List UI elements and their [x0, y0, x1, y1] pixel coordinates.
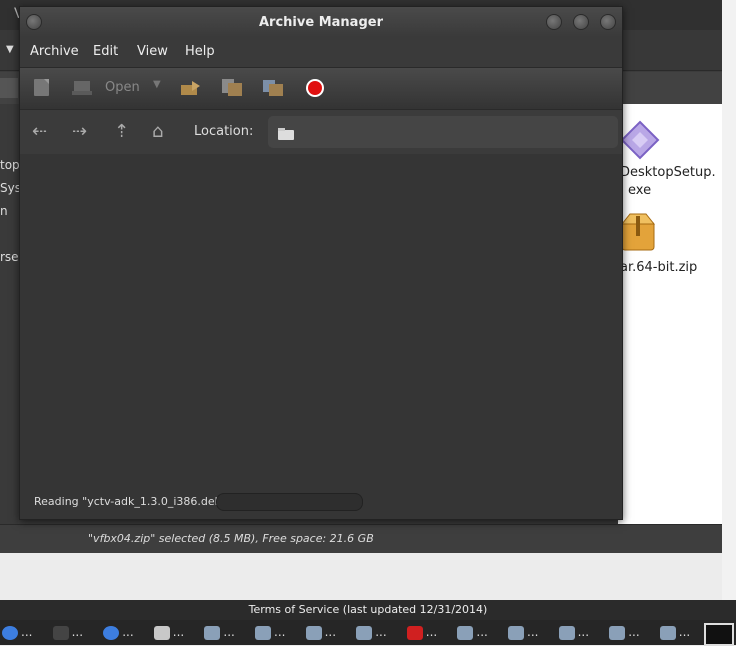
taskbar-item[interactable]: ... — [2, 624, 48, 642]
help-icon — [406, 626, 423, 640]
taskbar-item[interactable]: ... — [52, 624, 99, 642]
taskbar-item-label: ... — [223, 625, 235, 639]
menu-help[interactable]: Help — [185, 44, 215, 59]
zip-archive-icon[interactable] — [620, 212, 656, 252]
taskbar-item[interactable]: ... — [609, 624, 655, 642]
archive-manager-icon — [659, 626, 676, 640]
open-icon[interactable] — [72, 77, 92, 97]
taskbar-item-label: ... — [577, 625, 590, 639]
close-button[interactable] — [600, 14, 616, 30]
taskbar-item[interactable]: ... — [356, 624, 402, 642]
taskbar-item-label: ... — [122, 625, 134, 639]
maximize-button[interactable] — [573, 14, 589, 30]
taskbar-item-label: ... — [678, 625, 691, 639]
folder-icon — [153, 626, 170, 640]
file-label[interactable]: ar.64-bit.zip — [620, 260, 697, 275]
background-status-text: "vfbx04.zip" selected (8.5 MB), Free spa… — [88, 532, 374, 545]
progress-bar — [216, 493, 363, 511]
window-menu-button[interactable] — [26, 14, 42, 30]
add-folder-icon[interactable] — [262, 77, 283, 97]
taskbar-item-label: ... — [324, 625, 337, 639]
taskbar-item-label: ... — [21, 625, 33, 639]
archive-manager-icon — [457, 626, 474, 640]
chromium-icon — [103, 626, 120, 640]
taskbar-item[interactable]: ... — [255, 624, 301, 642]
window-title: Archive Manager — [259, 15, 383, 30]
taskbar-item[interactable]: ... — [204, 624, 250, 642]
chevron-down-icon[interactable]: ▼ — [153, 79, 161, 90]
extract-icon[interactable] — [180, 77, 200, 97]
chromium-icon — [2, 626, 18, 640]
file-label[interactable]: DesktopSetup. — [620, 165, 716, 180]
menu-edit[interactable]: Edit — [93, 44, 118, 59]
taskbar-item[interactable]: ... — [508, 624, 554, 642]
installer-icon[interactable] — [620, 120, 660, 160]
archive-manager-window: Archive Manager Archive Edit View Help O… — [19, 6, 623, 520]
taskbar-item-label: ... — [425, 625, 438, 639]
folder-icon — [278, 125, 294, 144]
archive-manager-icon — [558, 626, 575, 640]
background-edge — [722, 0, 736, 600]
add-files-icon[interactable] — [221, 77, 242, 97]
chevron-down-icon[interactable]: ▼ — [6, 44, 14, 55]
menu-view[interactable]: View — [137, 44, 168, 59]
taskbar-item[interactable]: ... — [305, 624, 352, 642]
stop-icon[interactable] — [305, 78, 325, 98]
taskbar-item[interactable]: ... — [457, 624, 503, 642]
taskbar-item-label: ... — [172, 625, 185, 639]
open-button[interactable]: Open — [105, 80, 140, 95]
sidebar-item-3[interactable]: n — [0, 204, 8, 218]
status-text: Reading "yctv-adk_1.3.0_i386.deb" — [34, 495, 227, 508]
up-icon[interactable]: ⇡ — [114, 121, 129, 142]
location-label: Location: — [194, 124, 254, 139]
taskbar-item[interactable]: ... — [103, 624, 149, 642]
new-archive-icon[interactable] — [32, 77, 52, 97]
terminal-icon — [52, 626, 69, 640]
taskbar-item[interactable]: ... — [659, 624, 706, 642]
taskbar-item-label: ... — [375, 625, 387, 639]
forward-icon[interactable]: ⇢ — [72, 121, 87, 142]
taskbar-item-label: ... — [628, 625, 640, 639]
file-label-line2[interactable]: exe — [628, 183, 651, 198]
taskbar-item-label: ... — [476, 625, 488, 639]
archive-manager-icon — [204, 626, 221, 640]
archive-contents[interactable] — [20, 154, 622, 519]
taskbar-item-label: ... — [274, 625, 286, 639]
location-field[interactable] — [268, 116, 618, 148]
archive-manager-icon — [356, 626, 373, 640]
archive-manager-icon — [305, 626, 322, 640]
show-desktop-button[interactable] — [704, 623, 734, 646]
back-icon[interactable]: ⇠ — [32, 121, 47, 142]
background-toolbar-button[interactable] — [0, 78, 18, 98]
taskbar-item-label: ... — [71, 625, 84, 639]
terms-of-service-link[interactable]: Terms of Service (last updated 12/31/201… — [0, 603, 736, 616]
taskbar-item[interactable]: ... — [406, 624, 453, 642]
sidebar-item-desktop[interactable]: top — [0, 158, 20, 172]
archive-manager-icon — [255, 626, 271, 640]
archive-manager-icon — [609, 626, 626, 640]
taskbar-item-label: ... — [527, 625, 539, 639]
taskbar-item[interactable]: ... — [153, 624, 200, 642]
menu-archive[interactable]: Archive — [30, 44, 79, 59]
minimize-button[interactable] — [546, 14, 562, 30]
taskbar-item[interactable]: ... — [558, 624, 605, 642]
archive-manager-icon — [508, 626, 524, 640]
home-icon[interactable]: ⌂ — [152, 121, 163, 142]
